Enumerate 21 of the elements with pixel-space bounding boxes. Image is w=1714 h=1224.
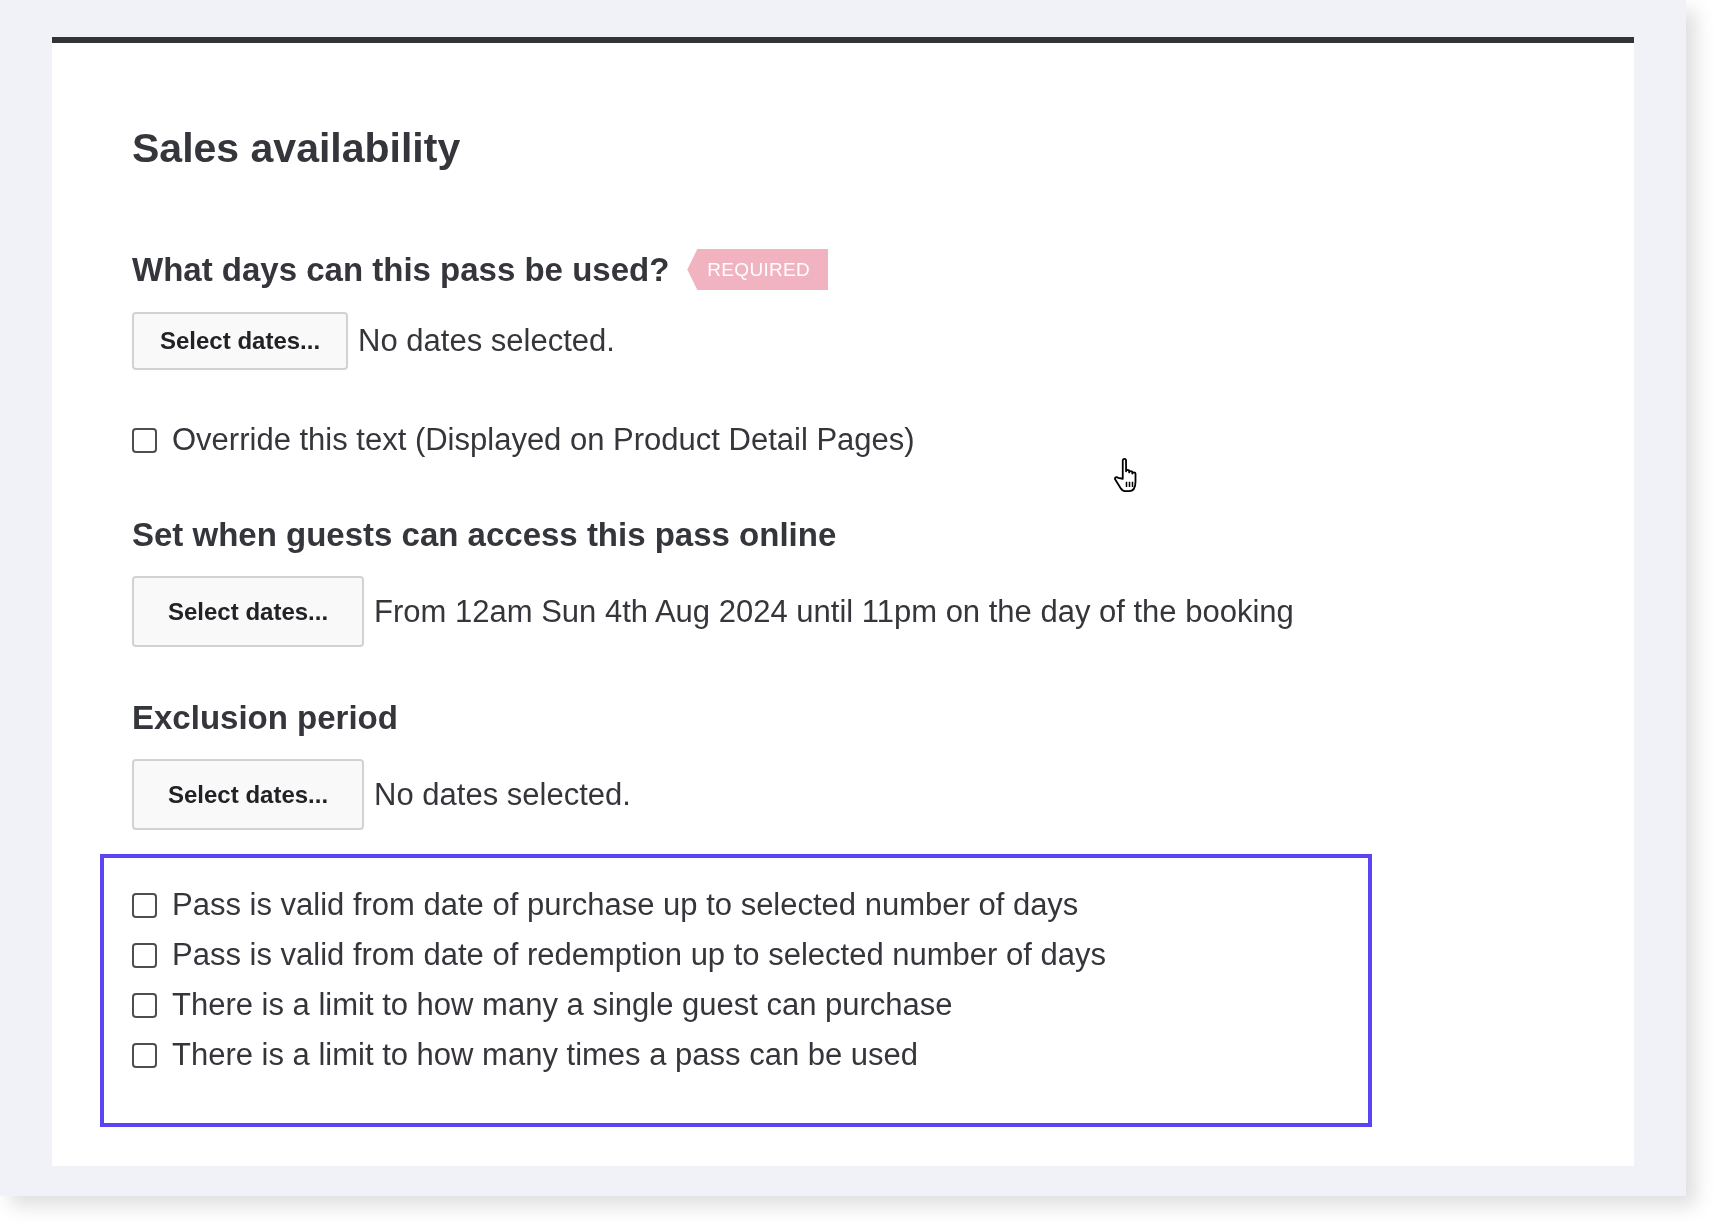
section-heading: Exclusion period xyxy=(132,699,398,737)
checkbox-label: There is a limit to how many a single guest can purchase xyxy=(172,987,953,1023)
checkbox-label: Pass is valid from date of purchase up to selected number of days xyxy=(172,887,1079,923)
select-dates-button[interactable]: Select dates... xyxy=(132,576,365,647)
checkbox-label: Override this text (Displayed on Product Detail Pages) xyxy=(172,422,915,458)
dates-summary: From 12am Sun 4th Aug 2024 until 11pm on the day of the booking xyxy=(374,593,1294,630)
section-heading: What days can this pass be used? xyxy=(132,250,670,289)
checkbox[interactable] xyxy=(132,1042,157,1068)
checkbox[interactable] xyxy=(132,427,157,453)
checkbox[interactable] xyxy=(132,992,157,1018)
checkbox-label: There is a limit to how many times a pass can be used xyxy=(172,1037,919,1073)
page-title: Sales availability xyxy=(132,125,461,171)
dates-summary: No dates selected. xyxy=(358,323,615,359)
checkbox-label: Pass is valid from date of redemption up to selected number of days xyxy=(172,937,1106,973)
dates-summary: No dates selected. xyxy=(374,776,631,813)
section-heading: Set when guests can access this pass online xyxy=(132,516,837,554)
select-dates-button[interactable]: Select dates... xyxy=(132,312,349,370)
required-tag: REQUIRED xyxy=(687,249,829,290)
select-dates-button[interactable]: Select dates... xyxy=(132,759,365,830)
checkbox[interactable] xyxy=(132,892,157,918)
checkbox[interactable] xyxy=(132,942,157,968)
